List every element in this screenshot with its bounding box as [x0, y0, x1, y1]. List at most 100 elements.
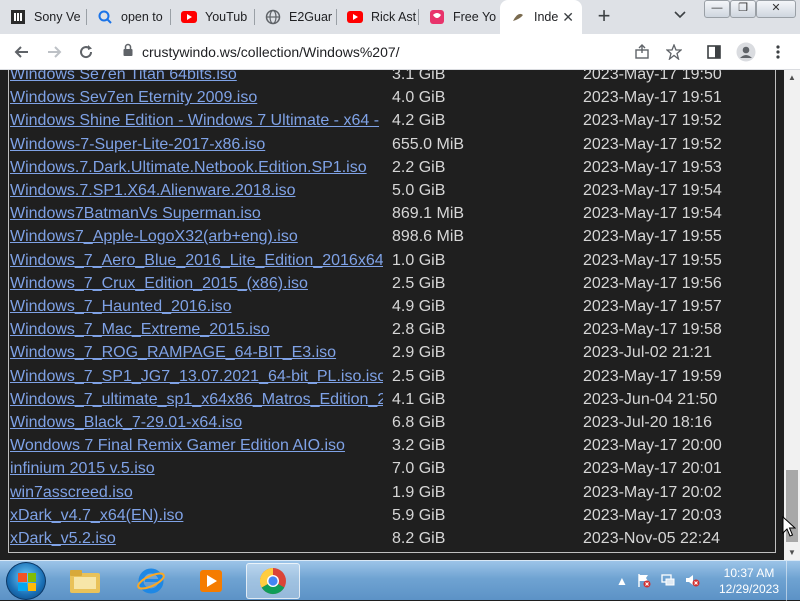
- file-link[interactable]: win7asscreed.iso: [10, 481, 383, 504]
- file-link[interactable]: Windows_Black_7-29.01-x64.iso: [10, 411, 383, 434]
- close-tab-icon[interactable]: ✕: [562, 9, 574, 26]
- back-button[interactable]: [10, 40, 34, 64]
- share-icon[interactable]: [630, 40, 654, 64]
- volume-muted-icon[interactable]: [684, 572, 700, 591]
- freeyo-icon: [429, 9, 445, 25]
- file-link[interactable]: infinium 2015 v.5.iso: [10, 457, 383, 480]
- file-row: Windows_7_ultimate_sp1_x64x86_Matros_Edi…: [10, 388, 770, 411]
- file-row: Windows Sev7en Eternity 2009.iso 4.0 GiB 2…: [10, 86, 770, 109]
- bookmark-star-icon[interactable]: [662, 40, 686, 64]
- tab-search[interactable]: open to: [87, 0, 169, 34]
- file-size: 4.1 GiB: [392, 390, 446, 408]
- file-size: 3.1 GiB: [392, 70, 446, 83]
- tab-title: YouTub: [205, 10, 248, 24]
- side-panel-icon[interactable]: [702, 40, 726, 64]
- file-link[interactable]: Wondows 7 Final Remix Gamer Edition AIO.…: [10, 434, 383, 457]
- reload-button[interactable]: [74, 40, 98, 64]
- file-link[interactable]: Windows_7_Haunted_2016.iso: [10, 295, 383, 318]
- file-size: 2.8 GiB: [392, 321, 446, 339]
- file-size: 7.0 GiB: [392, 460, 446, 478]
- file-size: 4.9 GiB: [392, 298, 446, 315]
- taskbar: ▲ 10:37 AM 12/29/2023: [0, 560, 800, 601]
- file-row: Windows7BatmanVs Superman.iso 869.1 MiB 20…: [10, 202, 770, 225]
- file-link[interactable]: Windows_7_Mac_Extreme_2015.iso: [10, 318, 383, 341]
- file-link[interactable]: Windows.7.Dark.Ultimate.Netbook.Edition.…: [10, 156, 383, 179]
- close-window-button[interactable]: ✕: [756, 0, 796, 18]
- file-date: 2023-May-17 20:01: [583, 460, 722, 478]
- file-row: Windows_7_Crux_Edition_2015_(x86).iso 2.5…: [10, 272, 770, 295]
- tab-sony[interactable]: Sony Ve: [0, 0, 85, 34]
- file-link[interactable]: xDark_v5.2.iso: [10, 527, 383, 550]
- tab-freeyo[interactable]: Free Yo: [419, 0, 499, 34]
- scroll-down-arrow-icon[interactable]: ▼: [788, 548, 796, 557]
- file-row: Windows7_Apple-LogoX32(arb+eng).iso 898.6…: [10, 225, 770, 248]
- tab-youtube[interactable]: YouTub: [171, 0, 253, 34]
- file-link[interactable]: Windows7BatmanVs Superman.iso: [10, 202, 383, 225]
- media-player-icon: [200, 570, 222, 592]
- file-date: 2023-Jul-02 21:21: [583, 344, 712, 362]
- tab-e2guardian[interactable]: E2Guar: [255, 0, 335, 34]
- file-size: 4.2 GiB: [392, 112, 446, 130]
- folder-icon: [70, 570, 100, 593]
- chrome-taskbar-button[interactable]: [246, 563, 300, 599]
- file-link[interactable]: xDark_v4.7_x64(EN).iso: [10, 504, 383, 527]
- show-desktop-button[interactable]: [786, 561, 800, 601]
- action-center-flag-icon[interactable]: [636, 572, 652, 591]
- file-link[interactable]: Windows Se7en Titan 64bits.iso: [10, 70, 383, 86]
- sony-icon: [10, 9, 26, 25]
- system-tray: ▲: [616, 569, 700, 593]
- file-date: 2023-May-17 19:55: [583, 228, 722, 246]
- file-row: Windows_7_Haunted_2016.iso 4.9 GiB 2023-Ma…: [10, 295, 770, 318]
- file-link[interactable]: Windows_7_Crux_Edition_2015_(x86).iso: [10, 272, 383, 295]
- minimize-button[interactable]: —: [704, 0, 730, 18]
- file-row: Windows Shine Edition - Windows 7 Ultima…: [10, 109, 770, 132]
- network-icon[interactable]: [660, 572, 676, 591]
- file-link[interactable]: Windows_7_Aero_Blue_2016_Lite_Edition_20…: [10, 249, 383, 272]
- file-date: 2023-Jul-20 18:16: [583, 414, 712, 431]
- file-row: Windows_7_Mac_Extreme_2015.iso 2.8 GiB 202…: [10, 318, 770, 341]
- file-link[interactable]: Windows.7.SP1.X64.Alienware.2018.iso: [10, 179, 383, 202]
- tab-title: Free Yo: [453, 10, 497, 24]
- system-clock[interactable]: 10:37 AM 12/29/2023: [716, 565, 782, 597]
- scroll-up-arrow-icon[interactable]: ▲: [788, 73, 796, 82]
- file-row: xDark_v4.7_x64(EN).iso 5.9 GiB 2023-May-17…: [10, 504, 770, 527]
- internet-explorer-icon: [137, 568, 165, 594]
- vertical-scrollbar[interactable]: ▲ ▼: [784, 70, 800, 560]
- show-hidden-icons-icon[interactable]: ▲: [616, 574, 628, 588]
- explorer-taskbar-button[interactable]: [58, 563, 112, 599]
- tab-title: E2Guar: [289, 10, 333, 24]
- tab-title: Rick Ast: [371, 10, 417, 24]
- file-size: 2.9 GiB: [392, 344, 446, 362]
- file-size: 1.0 GiB: [392, 251, 446, 269]
- tab-rick[interactable]: Rick Ast: [337, 0, 417, 34]
- file-link[interactable]: Windows_7_ultimate_sp1_x64x86_Matros_Edi…: [10, 388, 383, 411]
- file-row: Windows_7_SP1_JG7_13.07.2021_64-bit_PL.i…: [10, 365, 770, 388]
- youtube-icon: [347, 9, 363, 25]
- ie-taskbar-button[interactable]: [124, 563, 178, 599]
- file-date: 2023-May-17 19:54: [583, 182, 722, 199]
- lock-icon[interactable]: [122, 43, 134, 62]
- file-date: 2023-May-17 19:56: [583, 274, 722, 292]
- file-link[interactable]: Windows Sev7en Eternity 2009.iso: [10, 86, 383, 109]
- file-size: 4.0 GiB: [392, 89, 446, 107]
- media-player-taskbar-button[interactable]: [184, 563, 238, 599]
- file-link[interactable]: Windows7_Apple-LogoX32(arb+eng).iso: [10, 225, 383, 248]
- file-size: 869.1 MiB: [392, 205, 465, 223]
- file-date: 2023-Jun-04 21:50: [583, 390, 718, 408]
- tab-index[interactable]: Inde ✕: [500, 0, 582, 34]
- profile-avatar-icon[interactable]: [734, 40, 758, 64]
- address-bar[interactable]: crustywindo.ws/collection/Windows%207/: [108, 38, 688, 66]
- new-tab-button[interactable]: +: [592, 5, 616, 29]
- maximize-button[interactable]: ❐: [730, 0, 756, 18]
- forward-button[interactable]: [42, 40, 66, 64]
- tab-search-chevron-icon[interactable]: [670, 7, 690, 27]
- start-button[interactable]: [6, 562, 46, 600]
- file-link[interactable]: Windows-7-Super-Lite-2017-x86.iso: [10, 133, 383, 156]
- clock-date: 12/29/2023: [718, 582, 780, 596]
- menu-kebab-icon[interactable]: [766, 40, 790, 64]
- file-row: infinium 2015 v.5.iso 7.0 GiB 2023-May-17 …: [10, 457, 770, 480]
- page-content: Windows Se7en Titan 64bits.iso 3.1 GiB 202…: [0, 70, 784, 560]
- file-link[interactable]: Windows_7_ROG_RAMPAGE_64-BIT_E3.iso: [10, 341, 383, 364]
- file-link[interactable]: Windows Shine Edition - Windows 7 Ultima…: [10, 109, 383, 132]
- file-link[interactable]: Windows_7_SP1_JG7_13.07.2021_64-bit_PL.i…: [10, 365, 383, 388]
